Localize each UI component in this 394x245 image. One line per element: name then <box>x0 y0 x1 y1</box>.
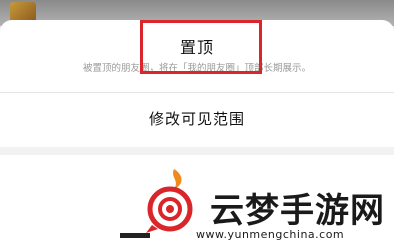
edit-visibility-option[interactable]: 修改可见范围 <box>0 93 394 147</box>
annotation-highlight-box <box>140 20 262 74</box>
watermark-url: www.yunmengchina.com <box>196 228 345 241</box>
watermark-brand: 云梦手游网 <box>210 191 385 231</box>
section-gap <box>0 147 394 155</box>
edit-visibility-label: 修改可见范围 <box>148 110 245 128</box>
watermark-logo-icon <box>146 169 193 233</box>
avatar <box>10 2 36 22</box>
